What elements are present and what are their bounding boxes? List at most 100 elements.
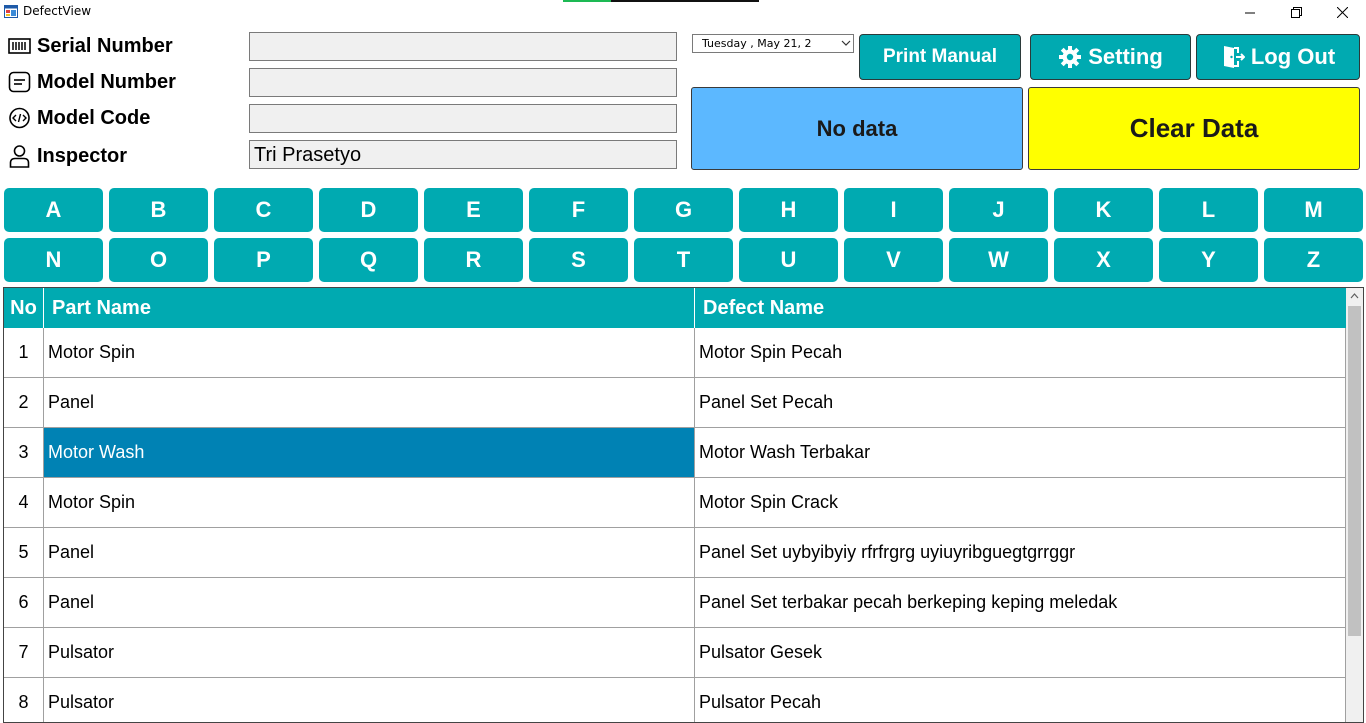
letter-button-g[interactable]: G [634, 188, 733, 232]
letter-button-s[interactable]: S [529, 238, 628, 282]
chevron-down-icon[interactable] [841, 40, 851, 47]
column-header-no[interactable]: No [4, 288, 44, 328]
cell-no[interactable]: 7 [4, 628, 44, 677]
letter-button-j[interactable]: J [949, 188, 1048, 232]
letter-button-l[interactable]: L [1159, 188, 1258, 232]
table-row[interactable]: 1 Motor Spin Motor Spin Pecah [4, 328, 1346, 378]
print-manual-button[interactable]: Print Manual [859, 34, 1021, 80]
table-row[interactable]: 8 Pulsator Pulsator Pecah [4, 678, 1346, 722]
letter-button-p[interactable]: P [214, 238, 313, 282]
letter-button-m[interactable]: M [1264, 188, 1363, 232]
defect-table[interactable]: No Part Name Defect Name 1 Motor Spin Moto… [3, 287, 1364, 723]
cell-defect-name[interactable]: Motor Spin Pecah [695, 328, 1346, 377]
cell-part-name[interactable]: Pulsator [44, 628, 695, 677]
letter-button-c[interactable]: C [214, 188, 313, 232]
code-icon [9, 107, 30, 129]
letter-button-w[interactable]: W [949, 238, 1048, 282]
table-row[interactable]: 3 Motor Wash Motor Wash Terbakar [4, 428, 1346, 478]
letter-label: E [466, 197, 481, 222]
letter-button-i[interactable]: I [844, 188, 943, 232]
inspector-field[interactable]: Tri Prasetyo [249, 140, 677, 169]
letter-button-o[interactable]: O [109, 238, 208, 282]
serial-number-label: Serial Number [8, 34, 173, 58]
letter-button-k[interactable]: K [1054, 188, 1153, 232]
column-header-part-name[interactable]: Part Name [44, 288, 695, 328]
cell-part-name[interactable]: Motor Spin [44, 328, 695, 377]
table-header: No Part Name Defect Name [4, 288, 1346, 328]
letter-button-r[interactable]: R [424, 238, 523, 282]
table-row[interactable]: 4 Motor Spin Motor Spin Crack [4, 478, 1346, 528]
letter-button-q[interactable]: Q [319, 238, 418, 282]
letter-button-f[interactable]: F [529, 188, 628, 232]
window-title: DefectView [23, 4, 92, 18]
letter-button-u[interactable]: U [739, 238, 838, 282]
table-row[interactable]: 2 Panel Panel Set Pecah [4, 378, 1346, 428]
column-header-defect-name[interactable]: Defect Name [695, 288, 1346, 328]
cell-no[interactable]: 8 [4, 678, 44, 722]
minimize-button[interactable] [1227, 0, 1273, 24]
letter-button-n[interactable]: N [4, 238, 103, 282]
cell-part-name[interactable]: Motor Spin [44, 478, 695, 527]
letter-button-y[interactable]: Y [1159, 238, 1258, 282]
cell-defect-name[interactable]: Motor Wash Terbakar [695, 428, 1346, 477]
letter-button-h[interactable]: H [739, 188, 838, 232]
inspector-label: Inspector [8, 144, 127, 168]
date-picker[interactable]: Tuesday , May 21, 2 [692, 34, 854, 53]
letter-label: Y [1201, 247, 1216, 272]
letter-button-d[interactable]: D [319, 188, 418, 232]
cell-defect-name[interactable]: Panel Set terbakar pecah berkeping kepin… [695, 578, 1346, 627]
letter-button-x[interactable]: X [1054, 238, 1153, 282]
letter-button-e[interactable]: E [424, 188, 523, 232]
setting-button[interactable]: Setting [1030, 34, 1191, 80]
table-row[interactable]: 7 Pulsator Pulsator Gesek [4, 628, 1346, 678]
date-picker-value: Tuesday , May 21, 2 [702, 37, 812, 50]
letter-label: P [256, 247, 271, 272]
cell-part-name[interactable]: Motor Wash [44, 428, 695, 477]
letter-label: K [1095, 197, 1112, 222]
letter-button-t[interactable]: T [634, 238, 733, 282]
cell-part-name[interactable]: Panel [44, 378, 695, 427]
clear-data-button[interactable]: Clear Data [1028, 87, 1360, 170]
cell-no[interactable]: 3 [4, 428, 44, 477]
status-panel: No data [691, 87, 1023, 170]
letter-label: B [150, 197, 167, 222]
model-code-field[interactable] [249, 104, 677, 133]
cell-defect-name[interactable]: Pulsator Gesek [695, 628, 1346, 677]
letter-label: A [45, 197, 62, 222]
cell-no[interactable]: 2 [4, 378, 44, 427]
cell-defect-name[interactable]: Motor Spin Crack [695, 478, 1346, 527]
letter-button-z[interactable]: Z [1264, 238, 1363, 282]
letter-label: R [465, 247, 482, 272]
cell-no[interactable]: 1 [4, 328, 44, 377]
serial-number-field[interactable] [249, 32, 677, 61]
setting-label: Setting [1088, 44, 1163, 69]
model-number-field[interactable] [249, 68, 677, 97]
letter-button-a[interactable]: A [4, 188, 103, 232]
letter-label: V [886, 247, 901, 272]
cell-part-name[interactable]: Panel [44, 528, 695, 577]
cell-no[interactable]: 5 [4, 528, 44, 577]
letter-button-b[interactable]: B [109, 188, 208, 232]
table-row[interactable]: 5 Panel Panel Set uybyibyiy rfrfrgrg uyiuy… [4, 528, 1346, 578]
cell-defect-name[interactable]: Pulsator Pecah [695, 678, 1346, 722]
cell-no[interactable]: 4 [4, 478, 44, 527]
log-out-button[interactable]: Log Out [1196, 34, 1360, 80]
letter-label: Z [1306, 247, 1321, 272]
table-row[interactable]: 6 Panel Panel Set terbakar pecah berkeping… [4, 578, 1346, 628]
model-number-label: Model Number [8, 70, 176, 94]
scrollbar-thumb[interactable] [1348, 306, 1361, 636]
letter-label: O [149, 247, 168, 272]
letter-label: Q [359, 247, 378, 272]
restore-button[interactable] [1273, 0, 1319, 24]
letter-button-v[interactable]: V [844, 238, 943, 282]
scroll-up-icon[interactable] [1350, 293, 1359, 299]
close-button[interactable] [1319, 0, 1365, 24]
cell-defect-name[interactable]: Panel Set Pecah [695, 378, 1346, 427]
cell-part-name[interactable]: Panel [44, 578, 695, 627]
titlebar-accent-dark [611, 0, 759, 2]
cell-part-name[interactable]: Pulsator [44, 678, 695, 722]
cell-defect-name[interactable]: Panel Set uybyibyiy rfrfrgrg uyiuyribgue… [695, 528, 1346, 577]
vertical-scrollbar[interactable] [1346, 288, 1363, 722]
barcode-icon [8, 38, 31, 54]
cell-no[interactable]: 6 [4, 578, 44, 627]
